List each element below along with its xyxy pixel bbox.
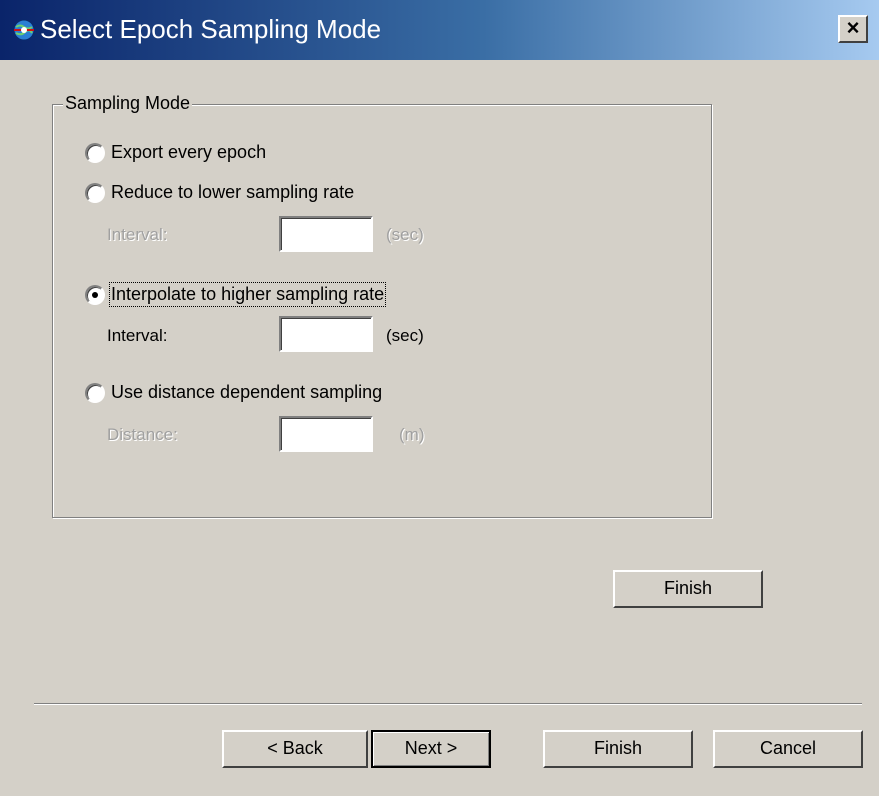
finish-label: Finish: [593, 738, 642, 758]
finish-button-inner[interactable]: Finish: [613, 570, 763, 608]
interval-label-reduce: Interval:: [107, 225, 168, 244]
close-button[interactable]: ×: [838, 15, 868, 43]
interval-unit-interpolate: (sec): [386, 326, 424, 345]
interval-input-reduce[interactable]: [279, 216, 373, 252]
back-button[interactable]: < Back: [222, 730, 368, 768]
radio-button[interactable]: [85, 382, 105, 403]
interval-input-interpolate[interactable]: [279, 316, 373, 352]
group-legend: Sampling Mode: [63, 93, 193, 113]
next-button[interactable]: Next >: [371, 730, 491, 768]
radio-label: Reduce to lower sampling rate: [111, 182, 355, 202]
distance-input[interactable]: [279, 416, 373, 452]
sampling-mode-group: [52, 104, 712, 518]
finish-button[interactable]: Finish: [543, 730, 693, 768]
back-label: < Back: [267, 738, 323, 758]
cancel-button[interactable]: Cancel: [713, 730, 863, 768]
finish-inner-label: Finish: [663, 578, 712, 598]
cancel-label: Cancel: [759, 738, 817, 758]
globe-icon: [13, 19, 35, 41]
distance-unit: (m): [399, 425, 425, 444]
radio-reduce-sampling-rate[interactable]: Reduce to lower sampling rate: [85, 182, 354, 203]
distance-label: Distance:: [107, 425, 178, 444]
radio-label: Use distance dependent sampling: [111, 382, 383, 402]
radio-export-every-epoch[interactable]: Export every epoch: [85, 142, 266, 163]
window-title: Select Epoch Sampling Mode: [40, 14, 382, 44]
radio-label: Export every epoch: [111, 142, 267, 162]
interval-unit-reduce: (sec): [386, 225, 424, 244]
radio-label: Interpolate to higher sampling rate: [108, 282, 387, 307]
radio-button[interactable]: [85, 182, 105, 203]
radio-button[interactable]: [85, 142, 105, 163]
radio-distance-sampling[interactable]: Use distance dependent sampling: [85, 382, 382, 403]
radio-button[interactable]: [85, 284, 105, 305]
next-label: Next >: [404, 738, 458, 758]
title-bar[interactable]: Select Epoch Sampling Mode ×: [0, 0, 879, 60]
separator: [34, 703, 862, 705]
radio-selected-dot: [92, 291, 98, 298]
interval-label-interpolate: Interval:: [107, 326, 168, 345]
dialog-window: Select Epoch Sampling Mode × Sampling Mo…: [0, 0, 879, 796]
radio-interpolate-sampling-rate[interactable]: Interpolate to higher sampling rate: [85, 282, 387, 307]
